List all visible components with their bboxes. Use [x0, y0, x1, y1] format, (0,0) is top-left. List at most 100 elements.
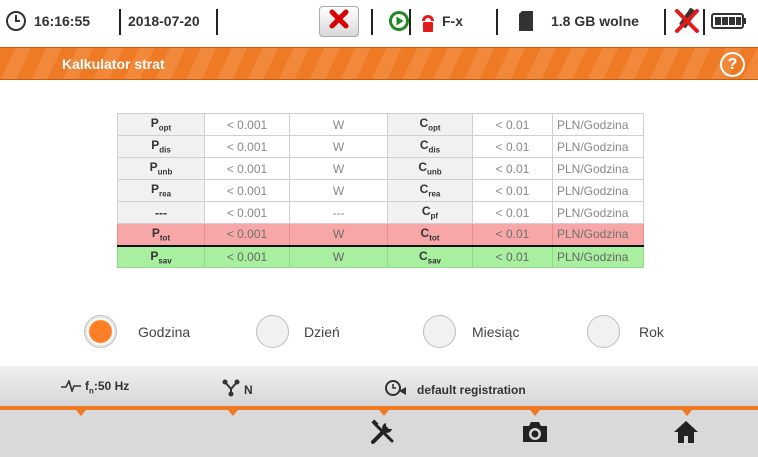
power-value: < 0.001 [226, 183, 268, 198]
cost-label-cell: Crea [387, 179, 473, 202]
clamp-type-label: F-x [442, 13, 463, 29]
radio-label-rok: Rok [639, 324, 664, 340]
loss-calculator-table: Popt < 0.001 W Copt < 0.01 PLN/Godzina Pdis < 0… [117, 113, 644, 268]
status-bar: 16:16:55 2018-07-20 F-x 1.8 GB wolne [0, 0, 758, 42]
cost-unit: PLN/Godzina [557, 227, 629, 242]
power-value: < 0.001 [226, 117, 268, 132]
power-value-cell: < 0.001 [204, 223, 290, 246]
status-date: 2018-07-20 [128, 13, 200, 29]
cost-label-cell: Csav [387, 245, 473, 268]
cell-subscript: dis [159, 145, 171, 155]
cost-unit: PLN/Godzina [557, 183, 629, 198]
page-title: Kalkulator strat [62, 56, 165, 72]
cost-value: < 0.01 [495, 183, 530, 198]
cell-label: C [418, 248, 428, 263]
cell-label: --- [155, 205, 167, 220]
waveform-icon [61, 378, 81, 395]
camera-icon [521, 420, 549, 449]
power-value-cell: < 0.001 [204, 245, 290, 268]
power-unit-cell: W [289, 179, 388, 202]
separator [409, 9, 411, 35]
separator [664, 9, 666, 35]
toolbar-tick [228, 410, 238, 416]
cost-label-cell: Copt [387, 113, 473, 136]
cost-value-cell: < 0.01 [472, 179, 553, 202]
table-row: Popt < 0.001 W Copt < 0.01 PLN/Godzina [117, 113, 644, 136]
memory-free-label: 1.8 GB wolne [551, 13, 639, 29]
cell-subscript: unb [157, 167, 173, 177]
power-value-cell: < 0.001 [204, 113, 290, 136]
radio-dzien[interactable] [256, 315, 289, 348]
radio-label-miesiac: Miesiąc [472, 324, 520, 340]
power-unit-cell: W [289, 223, 388, 246]
home-icon [673, 419, 699, 450]
cost-label-cell: Cpf [387, 201, 473, 224]
separator [371, 9, 373, 35]
cost-value: < 0.01 [495, 117, 530, 132]
tools-icon [370, 418, 396, 450]
cell-label: P [149, 160, 158, 175]
cost-value-cell: < 0.01 [472, 157, 553, 180]
cell-subscript: rea [428, 189, 441, 199]
power-unit: W [332, 227, 345, 242]
power-unit-cell: --- [289, 201, 388, 224]
power-label-cell: Psav [117, 245, 205, 268]
power-unit: W [332, 117, 345, 132]
cell-subscript: opt [158, 123, 172, 133]
cost-unit-cell: PLN/Godzina [552, 179, 644, 202]
toolbar-tick [530, 410, 540, 416]
power-value-cell: < 0.001 [204, 157, 290, 180]
cell-subscript: tot [429, 233, 440, 243]
power-unit-cell: W [289, 245, 388, 268]
stop-icon [328, 8, 350, 35]
cell-label: P [150, 116, 159, 131]
cell-subscript: dis [428, 145, 441, 155]
separator [703, 9, 705, 35]
power-unit: W [332, 161, 345, 176]
power-unit: W [332, 183, 345, 198]
cost-label-cell: Ctot [387, 223, 473, 246]
settings-button[interactable] [363, 418, 403, 450]
cost-value: < 0.01 [495, 161, 530, 176]
table-row: Psav < 0.001 W Csav < 0.01 PLN/Godzina [117, 245, 644, 268]
cost-unit: PLN/Godzina [557, 161, 629, 176]
table-row: --- < 0.001 --- Cpf < 0.01 PLN/Godzina [117, 201, 644, 224]
registration-info: default registration [385, 379, 526, 400]
cost-value-cell: < 0.01 [472, 113, 553, 136]
radio-miesiac[interactable] [423, 315, 456, 348]
separator [119, 9, 121, 35]
table-row: Prea < 0.001 W Crea < 0.01 PLN/Godzina [117, 179, 644, 202]
cell-subscript: pf [430, 211, 439, 221]
radio-rok[interactable] [587, 315, 620, 348]
frequency-info: fn:50 Hz [61, 378, 130, 395]
cell-subscript: tot [159, 233, 171, 243]
registration-icon [385, 379, 407, 400]
radio-godzina[interactable] [84, 315, 117, 348]
help-icon[interactable]: ? [720, 52, 745, 77]
cost-unit: PLN/Godzina [557, 249, 629, 264]
toolbar-tick [76, 410, 86, 416]
cell-subscript: opt [428, 123, 441, 133]
cost-unit: PLN/Godzina [557, 139, 629, 154]
cell-subscript: unb [427, 167, 442, 177]
network-icon [222, 379, 240, 400]
frequency-value: :50 Hz [93, 379, 130, 393]
battery-icon [711, 0, 747, 42]
home-button[interactable] [666, 418, 706, 450]
power-label-cell: Ptot [117, 223, 205, 246]
screenshot-button[interactable] [515, 418, 555, 450]
cell-subscript: sav [158, 255, 172, 265]
cost-value: < 0.01 [495, 227, 530, 242]
cost-unit: PLN/Godzina [557, 117, 629, 132]
power-label-cell: Popt [117, 113, 205, 136]
power-unit-cell: W [289, 113, 388, 136]
cost-unit-cell: PLN/Godzina [552, 245, 644, 268]
cell-label: P [151, 226, 160, 241]
power-value: < 0.001 [226, 161, 268, 176]
cost-value-cell: < 0.01 [472, 201, 553, 224]
power-unit: --- [332, 205, 345, 220]
status-time: 16:16:55 [34, 13, 91, 29]
cost-unit-cell: PLN/Godzina [552, 135, 644, 158]
stop-button[interactable] [319, 6, 359, 37]
power-value: < 0.001 [226, 205, 268, 220]
